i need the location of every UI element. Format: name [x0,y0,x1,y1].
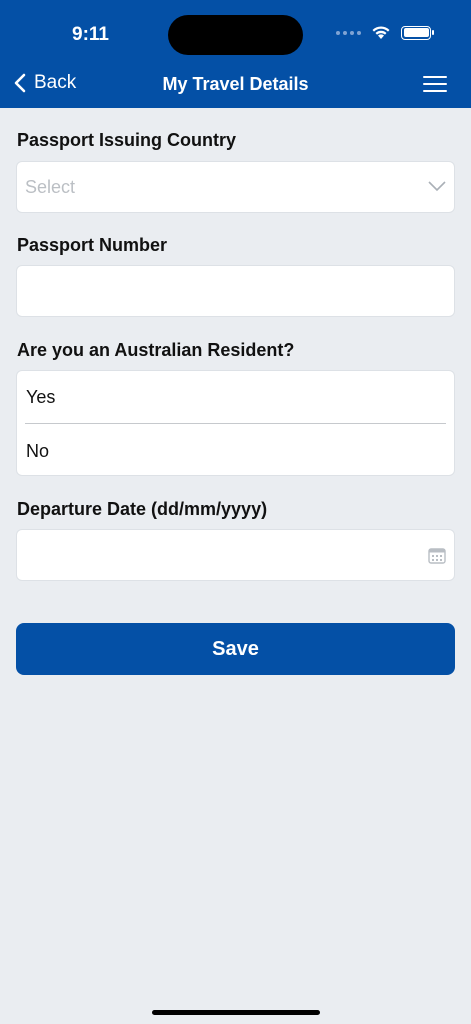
dynamic-island [168,15,303,55]
status-time: 9:11 [72,24,109,45]
status-icons [336,25,434,40]
wifi-icon [372,26,390,39]
departure-date-label: Departure Date (dd/mm/yyyy) [17,499,268,519]
hamburger-menu-icon[interactable] [423,76,447,92]
resident-option-yes[interactable]: Yes [26,387,55,408]
resident-label: Are you an Australian Resident? [17,340,295,360]
home-indicator [152,1010,320,1015]
page-title: My Travel Details [162,74,309,94]
passport-number-input[interactable] [16,265,455,317]
passport-country-placeholder: Select [25,177,76,197]
battery-icon [401,25,434,40]
passport-country-select[interactable]: Select [16,161,455,213]
calendar-icon[interactable] [428,547,446,564]
divider [25,423,446,424]
passport-country-label: Passport Issuing Country [17,130,237,150]
resident-option-no[interactable]: No [26,441,49,462]
save-button[interactable]: Save [16,623,455,675]
signal-icon [336,30,361,35]
app-header: 9:11 Back My Travel Details [0,0,471,108]
resident-radio-group: Yes No [16,370,455,476]
departure-date-input[interactable] [16,529,455,581]
passport-number-label: Passport Number [17,235,168,255]
chevron-down-icon [428,181,446,192]
